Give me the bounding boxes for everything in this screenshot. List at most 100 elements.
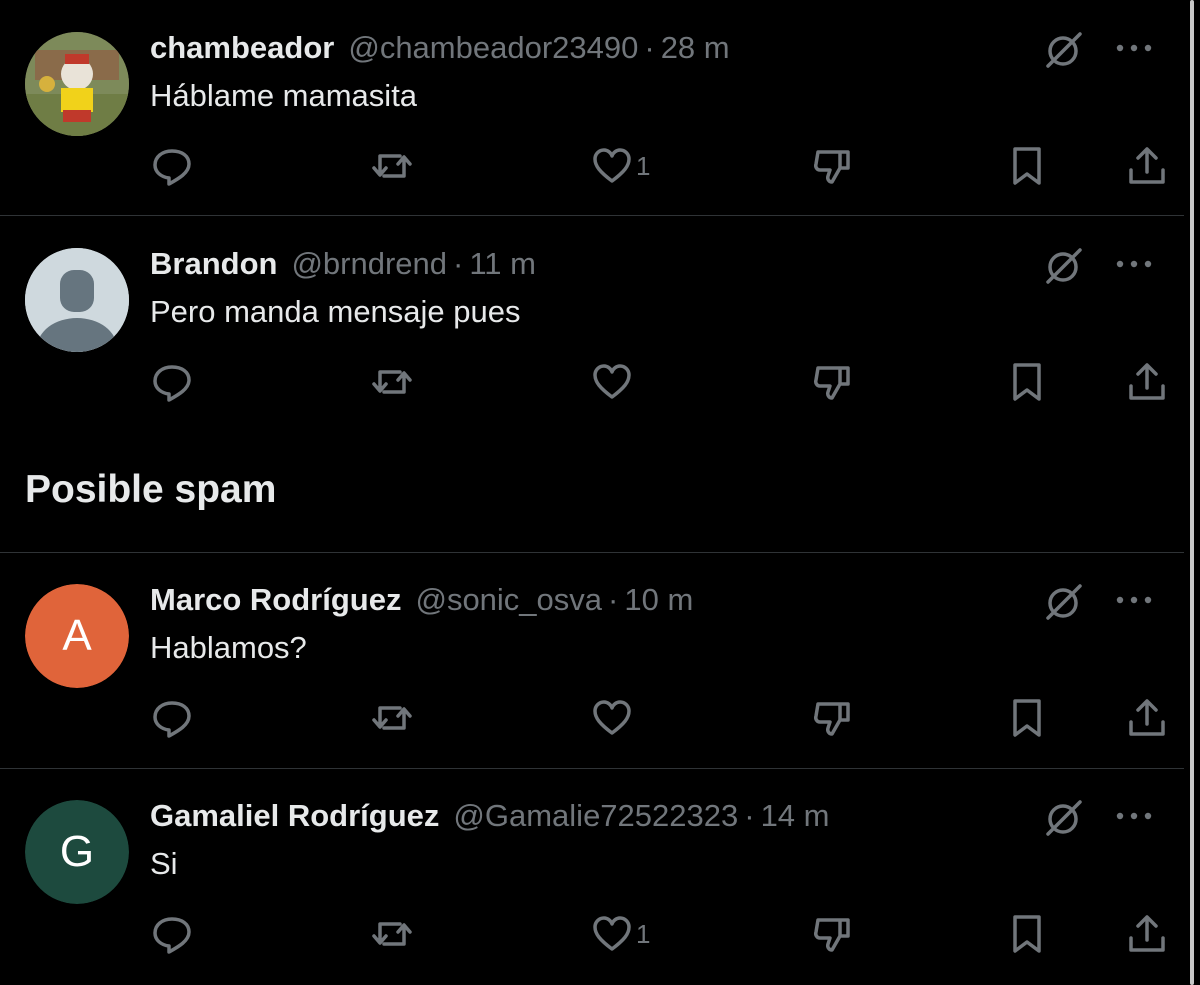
retweet-icon [372,370,412,394]
like-button[interactable]: 1 [590,142,650,190]
share-icon [1129,915,1165,952]
tweet-header: chambeador @chambeador23490 · 28 m [150,30,730,70]
tweet-chambeador[interactable]: chambeador @chambeador23490 · 28 m Hábla… [0,30,1184,200]
reply-icon [153,149,191,186]
more-icon[interactable] [1114,256,1154,272]
display-name[interactable]: chambeador [150,30,334,66]
like-icon [593,700,631,735]
grok-icon[interactable] [1042,582,1084,624]
dislike-button[interactable] [810,358,854,406]
tweet-text: Hablamos? [150,630,307,665]
tweet-header: Brandon @brndrend · 11 m [150,246,536,286]
share-icon [1129,147,1165,184]
reply-button[interactable] [150,910,194,958]
tweet-gamaliel-rodriguez[interactable]: G Gamaliel Rodríguez @Gamalie72522323 · … [0,798,1184,968]
tweet-text: Pero manda mensaje pues [150,294,521,329]
retweet-button[interactable] [370,910,414,958]
tweet-brandon[interactable]: Brandon @brndrend · 11 m Pero manda mens… [0,246,1184,416]
dislike-button[interactable] [810,694,854,742]
user-handle[interactable]: @Gamalie72522323 [453,798,738,834]
reply-icon [153,917,191,954]
separator-dot: · [744,798,755,833]
action-bar: 1 [150,142,1175,190]
avatar-letter: G [59,827,95,876]
separator-dot: · [453,246,464,281]
reply-icon [153,365,191,402]
share-button[interactable] [1125,694,1169,742]
bookmark-button[interactable] [1005,142,1049,190]
tweet-text: Si [150,846,178,881]
divider [0,552,1184,553]
like-button[interactable] [590,694,636,742]
user-handle[interactable]: @sonic_osva [415,582,602,618]
like-button[interactable] [590,358,636,406]
tweet-text: Háblame mamasita [150,78,418,113]
separator-dot: · [608,582,619,617]
more-icon[interactable] [1114,592,1154,608]
bookmark-icon [1013,363,1041,401]
like-count: 1 [636,918,651,949]
more-icon[interactable] [1114,40,1154,56]
action-bar: 1 [150,910,1175,958]
divider [0,215,1184,216]
avatar[interactable] [25,248,129,352]
bookmark-button[interactable] [1005,694,1049,742]
share-button[interactable] [1125,358,1169,406]
share-icon [1129,699,1165,736]
like-button[interactable]: 1 [590,910,650,958]
bookmark-icon [1013,699,1041,737]
grok-icon[interactable] [1042,246,1084,288]
dislike-icon [814,366,850,400]
section-title-possible-spam: Posible spam [25,468,277,511]
reply-button[interactable] [150,358,194,406]
dislike-icon [814,150,850,184]
user-handle[interactable]: @brndrend [291,246,447,282]
bookmark-button[interactable] [1005,910,1049,958]
grok-icon[interactable] [1042,30,1084,72]
retweet-icon [372,706,412,730]
scrollbar[interactable] [1190,0,1194,985]
avatar-photo [25,32,129,136]
timestamp[interactable]: 11 m [469,246,536,282]
more-icon[interactable] [1114,808,1154,824]
retweet-icon [372,154,412,178]
display-name[interactable]: Marco Rodríguez [150,582,401,618]
retweet-button[interactable] [370,694,414,742]
dislike-button[interactable] [810,142,854,190]
action-bar [150,694,1175,742]
action-bar [150,358,1175,406]
timestamp[interactable]: 10 m [624,582,693,618]
avatar[interactable] [25,32,129,136]
reply-button[interactable] [150,142,194,190]
timestamp[interactable]: 14 m [761,798,830,834]
share-button[interactable] [1125,910,1169,958]
dislike-button[interactable] [810,910,854,958]
bookmark-icon [1013,147,1041,185]
like-icon [593,916,631,951]
retweet-button[interactable] [370,142,414,190]
bookmark-button[interactable] [1005,358,1049,406]
avatar[interactable]: A [25,584,129,688]
reply-icon [153,701,191,738]
grok-icon[interactable] [1042,798,1084,840]
user-handle[interactable]: @chambeador23490 [348,30,638,66]
timestamp[interactable]: 28 m [661,30,730,66]
like-icon [593,148,631,183]
reply-button[interactable] [150,694,194,742]
display-name[interactable]: Brandon [150,246,277,282]
like-icon [593,364,631,399]
tweet-header: Marco Rodríguez @sonic_osva · 10 m [150,582,693,622]
bookmark-icon [1013,915,1041,953]
divider [0,768,1184,769]
avatar-letter: A [62,611,92,660]
like-count: 1 [636,150,651,181]
retweet-button[interactable] [370,358,414,406]
tweet-marco-rodriguez[interactable]: A Marco Rodríguez @sonic_osva · 10 m Hab… [0,582,1184,752]
display-name[interactable]: Gamaliel Rodríguez [150,798,439,834]
dislike-icon [814,918,850,952]
share-icon [1129,363,1165,400]
retweet-icon [372,922,412,946]
default-avatar-icon [25,248,129,352]
share-button[interactable] [1125,142,1169,190]
avatar[interactable]: G [25,800,129,904]
